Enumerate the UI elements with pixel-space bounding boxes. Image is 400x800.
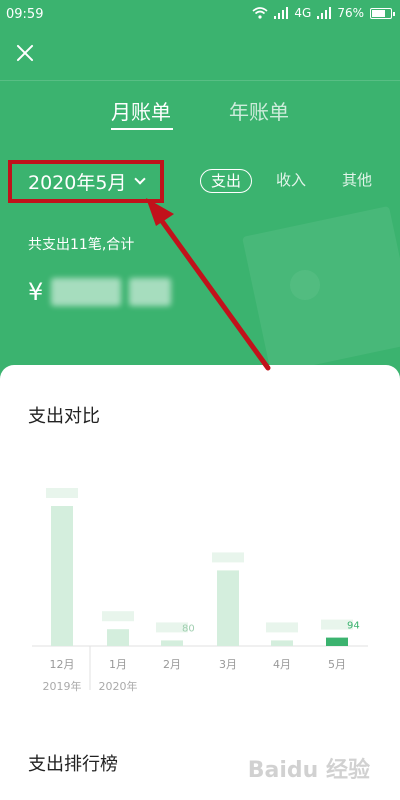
header-divider bbox=[0, 80, 400, 81]
month-selector[interactable]: 2020年5月 bbox=[8, 160, 164, 203]
status-time: 09:59 bbox=[6, 7, 44, 22]
expense-summary: 共支出11笔,合计 bbox=[28, 237, 135, 253]
tab-underline bbox=[111, 128, 173, 130]
expense-compare-chart: 12月 2019年 1月 2020年 80 2月 3月 4月 94 5月 bbox=[0, 470, 400, 700]
chart-category-label-1: 12月 bbox=[50, 658, 75, 671]
compare-section-title: 支出对比 bbox=[28, 406, 100, 427]
decorative-card-illustration bbox=[242, 205, 400, 375]
chart-value-label-3: 80 bbox=[182, 623, 195, 634]
total-amount: ¥ bbox=[28, 278, 172, 306]
chart-value-blur-5 bbox=[266, 622, 298, 633]
signal-icon bbox=[274, 7, 289, 19]
decorative-circle bbox=[290, 270, 320, 300]
chart-bar-6[interactable] bbox=[326, 637, 348, 646]
chart-bar-2[interactable] bbox=[107, 629, 129, 646]
amount-blurred bbox=[51, 278, 122, 306]
chart-category-label-3: 2月 bbox=[163, 658, 181, 671]
chart-bar-5[interactable] bbox=[271, 640, 293, 646]
chart-value-blur-1 bbox=[46, 488, 78, 498]
chart-svg: 12月 2019年 1月 2020年 80 2月 3月 4月 94 5月 bbox=[32, 488, 368, 693]
battery-percent: 76% bbox=[337, 6, 364, 20]
chart-value-label-6: 94 bbox=[347, 621, 360, 632]
chart-category-label-5: 4月 bbox=[273, 658, 291, 671]
signal-icon-2 bbox=[317, 7, 332, 19]
chart-year-label-2: 2020年 bbox=[99, 679, 138, 693]
status-icons: 4G 76% bbox=[252, 6, 395, 20]
watermark-logo: Baidu 经验 bbox=[247, 758, 370, 783]
month-selector-label: 2020年5月 bbox=[28, 172, 127, 194]
currency-symbol: ¥ bbox=[28, 278, 44, 306]
wifi-icon bbox=[252, 7, 268, 19]
ranking-section-title: 支出排行榜 bbox=[28, 754, 118, 775]
tab-yearly-bill[interactable]: 年账单 bbox=[229, 96, 289, 125]
battery-fill bbox=[372, 9, 385, 17]
tab-monthly-bill[interactable]: 月账单 bbox=[111, 96, 171, 125]
chart-bar-4[interactable] bbox=[217, 570, 239, 646]
network-type: 4G bbox=[294, 6, 312, 20]
close-button[interactable] bbox=[14, 42, 36, 64]
filter-income[interactable]: 收入 bbox=[276, 169, 306, 193]
chart-category-label-4: 3月 bbox=[219, 658, 237, 671]
chart-category-label-2: 1月 bbox=[109, 658, 127, 671]
filter-other[interactable]: 其他 bbox=[342, 169, 372, 193]
chart-value-blur-2 bbox=[102, 611, 134, 622]
chart-year-label-1: 2019年 bbox=[43, 679, 82, 693]
chart-bar-3[interactable] bbox=[161, 640, 183, 646]
chart-value-blur-4 bbox=[212, 552, 244, 563]
filter-expense[interactable]: 支出 bbox=[200, 169, 253, 193]
chevron-down-icon bbox=[134, 173, 147, 185]
chart-category-label-6: 5月 bbox=[328, 658, 346, 671]
chart-bar-1[interactable] bbox=[51, 506, 73, 646]
status-bar: 09:59 4G 76% bbox=[0, 0, 400, 30]
battery-icon bbox=[370, 7, 395, 19]
amount-blurred-decimal bbox=[129, 278, 172, 306]
